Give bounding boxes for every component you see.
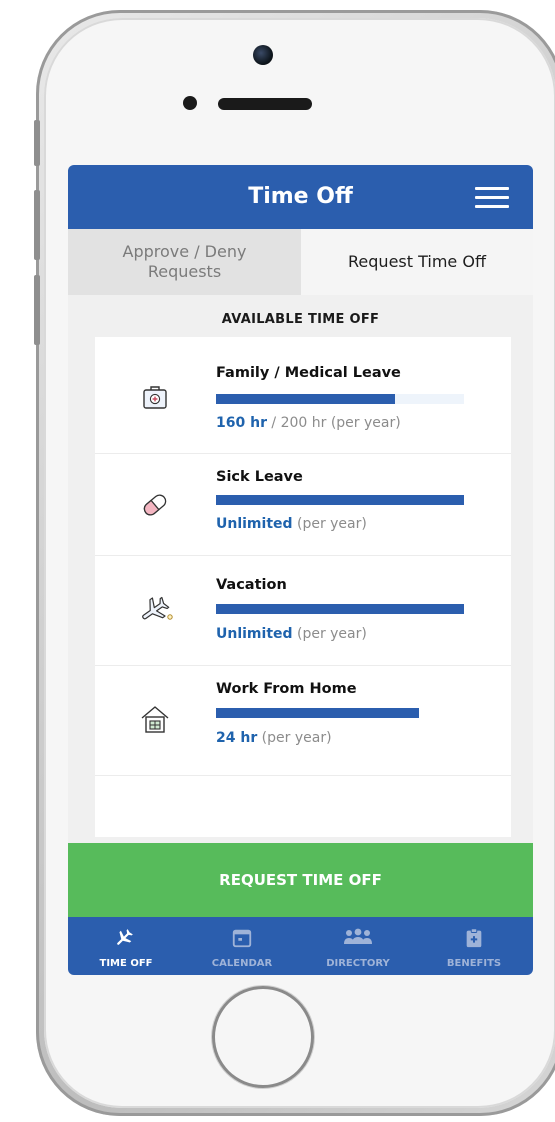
leave-name: Work From Home: [216, 681, 357, 697]
home-button[interactable]: [212, 986, 314, 1088]
leave-item-work-from-home[interactable]: Work From Home 24 hr (per year): [95, 665, 511, 776]
pill-icon: [143, 494, 167, 516]
leave-amount-value: 160 hr: [216, 415, 267, 431]
section-title: AVAILABLE TIME OFF: [221, 312, 380, 327]
leave-item-family-medical[interactable]: Family / Medical Leave 160 hr / 200 hr (…: [95, 337, 511, 454]
medical-kit-icon: [143, 386, 167, 409]
airplane-icon: [117, 929, 133, 945]
clipboard-plus-icon: [466, 928, 482, 948]
leave-amount: Unlimited (per year): [216, 516, 367, 532]
tab-approve-deny-requests[interactable]: Approve / Deny Requests: [68, 229, 301, 295]
leave-amount-unit: (per year): [292, 516, 367, 532]
app-screen: Time Off Approve / Deny Requests Request…: [68, 165, 533, 975]
leave-amount-value: 24 hr: [216, 730, 258, 746]
leave-amount: Unlimited (per year): [216, 626, 367, 642]
leave-amount-value: Unlimited: [216, 626, 293, 642]
leave-name: Family / Medical Leave: [216, 365, 401, 381]
leave-item-sick[interactable]: Sick Leave Unlimited (per year): [95, 453, 511, 556]
nav-label: DIRECTORY: [326, 958, 390, 969]
leave-progress-fill: [216, 495, 464, 505]
bottom-nav: TIME OFF CALENDAR DIRECTORY BENEFITS: [68, 917, 533, 975]
tab-label: Approve / Deny Requests: [122, 242, 247, 281]
earpiece-speaker: [218, 98, 312, 110]
leave-amount-unit: (per year): [292, 626, 367, 642]
leave-amount: 160 hr / 200 hr (per year): [216, 415, 401, 431]
nav-item-directory[interactable]: DIRECTORY: [300, 917, 416, 975]
proximity-sensor: [183, 96, 197, 110]
time-off-list: Family / Medical Leave 160 hr / 200 hr (…: [95, 337, 511, 837]
leave-progress-track: [216, 708, 464, 718]
nav-item-benefits[interactable]: BENEFITS: [416, 917, 532, 975]
people-icon: [344, 928, 372, 944]
hamburger-menu-icon[interactable]: [475, 187, 509, 209]
leave-amount-value: Unlimited: [216, 516, 293, 532]
nav-label: CALENDAR: [211, 958, 273, 969]
leave-progress-track: [216, 495, 464, 505]
house-icon: [141, 706, 169, 733]
phone-side-button: [34, 190, 40, 260]
nav-label: TIME OFF: [99, 958, 153, 969]
leave-name: Vacation: [216, 577, 287, 593]
request-time-off-label: REQUEST TIME OFF: [219, 871, 382, 889]
airplane-icon: [142, 596, 173, 620]
leave-progress-track: [216, 604, 464, 614]
front-camera: [253, 45, 273, 65]
leave-amount: 24 hr (per year): [216, 730, 332, 746]
leave-amount-unit: (per year): [257, 730, 332, 746]
leave-item-vacation[interactable]: Vacation Unlimited (per year): [95, 555, 511, 666]
leave-progress-fill: [216, 708, 420, 718]
tab-request-time-off[interactable]: Request Time Off: [301, 229, 533, 295]
tab-bar: Approve / Deny Requests Request Time Off: [68, 229, 533, 295]
leave-amount-unit: / 200 hr (per year): [266, 415, 401, 431]
app-header: Time Off: [68, 165, 533, 229]
leave-progress-fill: [216, 394, 395, 404]
leave-progress-fill: [216, 604, 464, 614]
nav-item-calendar[interactable]: CALENDAR: [184, 917, 300, 975]
request-time-off-button[interactable]: REQUEST TIME OFF: [68, 843, 533, 917]
nav-label: BENEFITS: [446, 958, 502, 969]
tab-label: Request Time Off: [348, 252, 486, 271]
nav-item-time-off[interactable]: TIME OFF: [68, 917, 184, 975]
phone-side-button: [34, 120, 40, 166]
page-title: Time Off: [248, 184, 353, 209]
leave-progress-track: [216, 394, 464, 404]
calendar-icon: [232, 929, 252, 948]
leave-name: Sick Leave: [216, 469, 303, 485]
phone-side-button: [34, 275, 40, 345]
